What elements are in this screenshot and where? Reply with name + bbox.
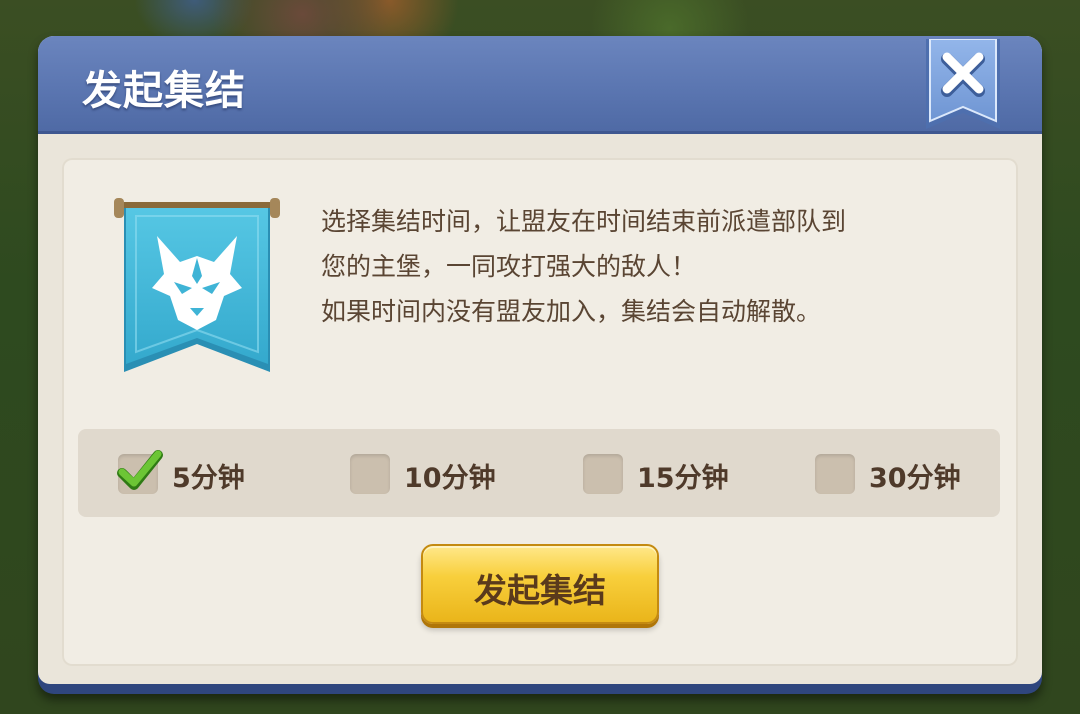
rally-dialog: 发起集结 选择集结时间，让盟友在时间结束前派遣部队到 您的主堡，一同攻打强大的敌… <box>38 36 1042 694</box>
time-options-bar: 5分钟 10分钟 15分钟 30分钟 <box>78 429 1000 517</box>
dialog-body: 发起集结 选择集结时间，让盟友在时间结束前派遣部队到 您的主堡，一同攻打强大的敌… <box>38 36 1042 684</box>
start-rally-label: 发起集结 <box>474 571 606 610</box>
description-line: 选择集结时间，让盟友在时间结束前派遣部队到 <box>321 207 847 236</box>
dialog-title: 发起集结 <box>82 68 246 114</box>
checkbox[interactable] <box>350 454 390 494</box>
close-x-icon <box>926 39 1000 129</box>
option-label: 30分钟 <box>869 463 961 494</box>
option-label: 10分钟 <box>404 463 496 494</box>
start-rally-button[interactable]: 发起集结 <box>421 544 659 624</box>
option-label: 15分钟 <box>637 463 729 494</box>
description-line: 如果时间内没有盟友加入，集结会自动解散。 <box>321 297 822 326</box>
close-button[interactable] <box>922 39 1004 133</box>
checkbox[interactable] <box>815 454 855 494</box>
option-label: 5分钟 <box>172 463 245 494</box>
checkbox[interactable] <box>583 454 623 494</box>
wolf-banner-icon <box>112 196 282 396</box>
rally-description: 选择集结时间，让盟友在时间结束前派遣部队到 您的主堡，一同攻打强大的敌人！ 如果… <box>321 199 981 334</box>
title-bar: 发起集结 <box>38 36 1042 134</box>
description-line: 您的主堡，一同攻打强大的敌人！ <box>321 252 697 281</box>
checkmark-icon <box>117 450 163 490</box>
